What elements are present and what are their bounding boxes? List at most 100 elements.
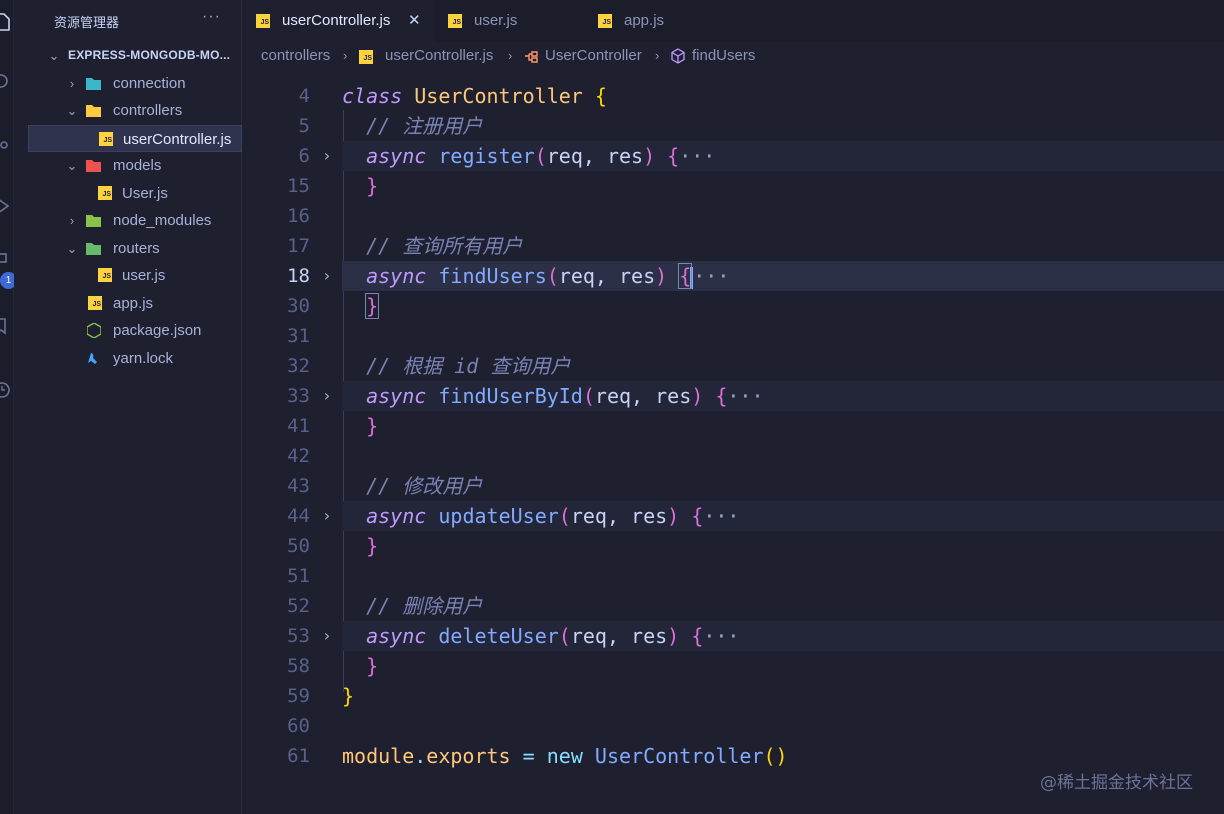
tree-folder-models[interactable]: ⌄ models (28, 152, 242, 179)
js-file-icon: JS (98, 268, 112, 282)
breadcrumb-method[interactable]: findUsers (692, 42, 755, 70)
fold-chevron-icon[interactable]: › (322, 261, 332, 291)
method-name: findUserById (438, 384, 583, 408)
tab-label: app.js (624, 12, 665, 29)
line-number: 17 (287, 235, 310, 257)
tree-label: package.json (113, 322, 202, 339)
fold-chevron-icon[interactable]: › (322, 501, 332, 531)
fold-chevron-icon[interactable]: › (322, 381, 332, 411)
comma: , (606, 504, 619, 528)
line-number: 31 (287, 325, 310, 347)
chevron-down-icon: ⌄ (48, 48, 60, 63)
line-number: 61 (287, 745, 310, 767)
code-line: 32 // 根据 id 查询用户 (242, 351, 1224, 381)
line-number: 50 (287, 535, 310, 557)
paren: () (763, 744, 788, 768)
folded-ellipsis[interactable]: ··· (679, 144, 715, 168)
keyword: async (366, 384, 427, 408)
folder-open-icon (86, 105, 101, 117)
comment: // 注册用户 (366, 114, 483, 138)
line-number: 4 (298, 85, 310, 107)
line-number: 33 (287, 385, 310, 407)
js-file-icon: JS (88, 296, 102, 310)
param: req (570, 624, 607, 648)
code-line: 44 › async updateUser(req, res) {··· (242, 501, 1224, 531)
fold-chevron-icon[interactable]: › (322, 141, 332, 171)
tree-file-app[interactable]: JS app.js (28, 290, 242, 317)
tree-file-package[interactable]: package.json (28, 317, 242, 344)
explorer-title: 资源管理器 (54, 16, 120, 31)
search-icon[interactable] (0, 72, 12, 92)
tab-user[interactable]: JS user.js (434, 0, 584, 42)
code-line: 30 } (242, 291, 1224, 321)
paren: ( (558, 504, 571, 528)
brace: { (691, 624, 704, 648)
extensions-icon[interactable] (0, 250, 12, 270)
line-number: 59 (287, 685, 310, 707)
method-name: findUsers (438, 264, 547, 288)
timeline-icon[interactable] (0, 380, 12, 400)
js-file-icon: JS (99, 132, 113, 146)
tree-file-userController[interactable]: JS userController.js (28, 125, 242, 152)
brace: } (366, 174, 379, 198)
keyword: async (366, 504, 427, 528)
breadcrumb-folder[interactable]: controllers (261, 42, 330, 70)
close-icon[interactable]: ✕ (408, 0, 421, 42)
line-number: 41 (287, 415, 310, 437)
tree-folder-node_modules[interactable]: › node_modules (28, 207, 242, 234)
chevron-right-icon: › (69, 76, 75, 91)
breadcrumb-file[interactable]: userController.js (385, 42, 493, 70)
code-editor[interactable]: 4 class UserController { 5 // 注册用户 6 › a… (242, 70, 1224, 814)
folded-ellipsis[interactable]: ··· (703, 624, 739, 648)
chevron-down-icon: ⌄ (66, 158, 78, 173)
js-file-icon: JS (448, 14, 462, 28)
code-line: 42 (242, 441, 1224, 471)
line-number: 53 (287, 625, 310, 647)
tree-file-User[interactable]: JS User.js (28, 180, 242, 207)
more-actions-icon[interactable]: ··· (202, 8, 221, 26)
project-root[interactable]: ⌄ EXPRESS-MONGODB-MO... (28, 42, 242, 69)
folder-icon (86, 160, 101, 172)
tree-file-user[interactable]: JS user.js (28, 262, 242, 289)
code-line-current: 18 › async findUsers(req, res) {··· (242, 261, 1224, 291)
tab-app[interactable]: JS app.js (584, 0, 734, 42)
tree-folder-routers[interactable]: ⌄ routers (28, 235, 242, 262)
fold-chevron-icon[interactable]: › (322, 621, 332, 651)
method-name: deleteUser (438, 624, 559, 648)
folded-ellipsis[interactable]: ··· (727, 384, 763, 408)
code-line: 5 // 注册用户 (242, 111, 1224, 141)
param: res (631, 504, 668, 528)
run-debug-icon[interactable] (0, 196, 12, 216)
tree-folder-connection[interactable]: › connection (28, 70, 242, 97)
line-number: 52 (287, 595, 310, 617)
bookmark-icon[interactable] (0, 316, 12, 336)
tab-userController[interactable]: JS userController.js ✕ (242, 0, 434, 42)
line-number: 15 (287, 175, 310, 197)
tree-file-yarn[interactable]: yarn.lock (28, 345, 242, 372)
tree-label: connection (113, 75, 186, 92)
line-number: 60 (287, 715, 310, 737)
tree-label: routers (113, 240, 160, 257)
param: res (606, 144, 644, 168)
explorer-icon[interactable] (0, 12, 12, 32)
method-name: updateUser (438, 504, 559, 528)
breadcrumb-class[interactable]: UserController (545, 42, 642, 70)
paren: ( (534, 144, 547, 168)
keyword: async (366, 264, 427, 288)
paren: ( (546, 264, 559, 288)
param: res (631, 624, 668, 648)
folded-ellipsis[interactable]: ··· (693, 264, 729, 288)
comment: // 查询所有用户 (366, 234, 523, 258)
watermark: @稀土掘金技术社区 (1040, 773, 1193, 793)
folder-open-icon (86, 243, 101, 255)
keyword: async (366, 144, 427, 168)
operator: = (522, 744, 535, 768)
class-name: UserController (414, 84, 583, 108)
code-line: 52 // 删除用户 (242, 591, 1224, 621)
tree-label: controllers (113, 102, 183, 119)
keyword: new (546, 744, 583, 768)
folded-ellipsis[interactable]: ··· (703, 504, 739, 528)
tree-folder-controllers[interactable]: ⌄ controllers (28, 97, 242, 124)
brace: { (691, 504, 704, 528)
source-control-icon[interactable] (0, 135, 12, 155)
